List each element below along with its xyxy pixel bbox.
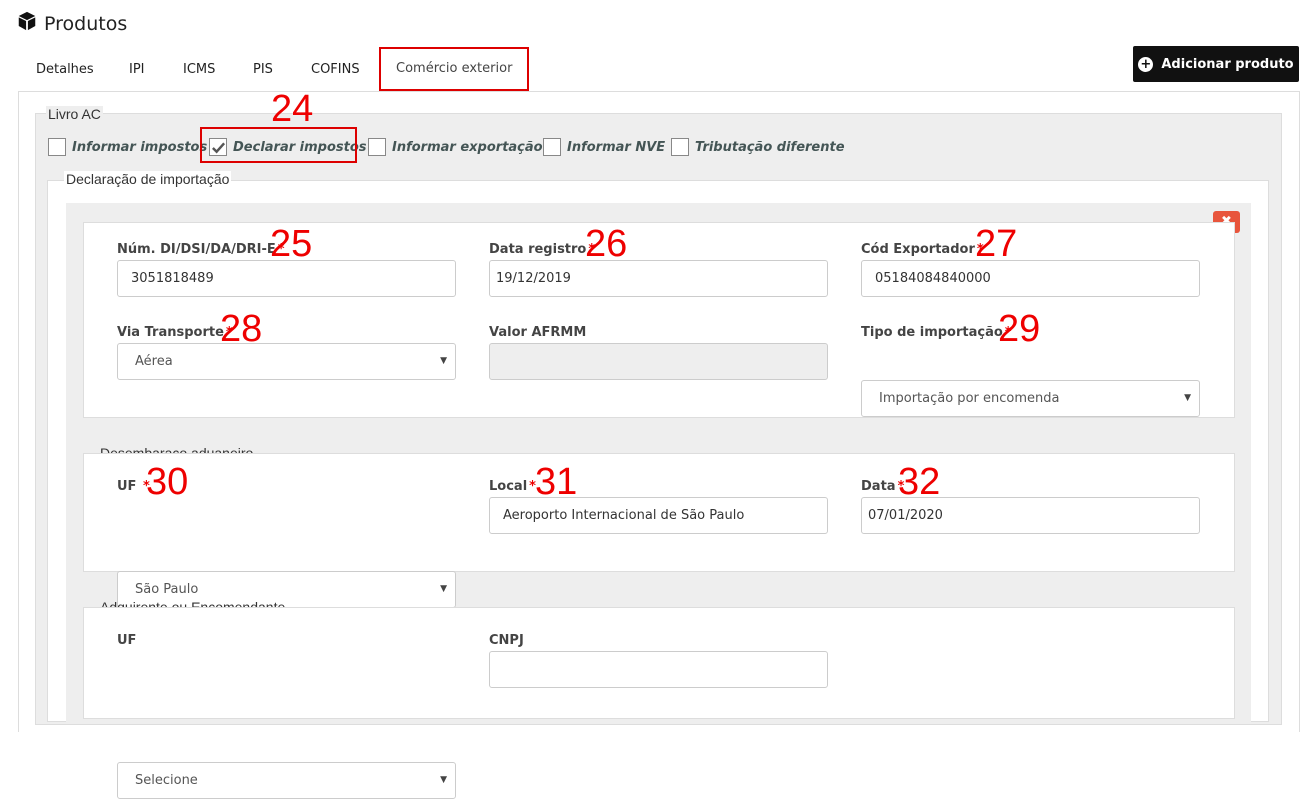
via-transporte-label: Via Transporte * — [117, 325, 233, 340]
declaracao-legend: Declaração de importação — [64, 171, 232, 187]
cnpj-label: CNPJ — [489, 633, 524, 648]
valor-afrmm-label: Valor AFRMM — [489, 325, 587, 340]
select-value: Aérea — [135, 354, 173, 369]
annotation-number: 25 — [270, 223, 313, 265]
label-text: Tipo de importação — [861, 325, 1003, 340]
checkbox-label: Informar impostos — [72, 139, 208, 155]
label-text: UF — [117, 479, 137, 494]
checkbox-informar-nve[interactable]: Informar NVE — [543, 138, 665, 156]
data-registro-input[interactable]: 19/12/2019 — [489, 260, 828, 297]
cod-exportador-input[interactable]: 05184084840000 — [861, 260, 1200, 297]
checkbox-box[interactable] — [543, 138, 561, 156]
tab-ipi[interactable]: IPI — [129, 56, 145, 84]
num-di-label: Núm. DI/DSI/DA/DRI-E * — [117, 242, 285, 257]
cod-exportador-label: Cód Exportador * — [861, 242, 984, 257]
checkbox-tributacao-diferente[interactable]: Tributação diferente — [671, 138, 845, 156]
add-product-button[interactable]: + Adicionar produto — [1133, 46, 1299, 82]
checkbox-box[interactable] — [671, 138, 689, 156]
checkbox-label: Tributação diferente — [695, 139, 845, 155]
label-text: Data — [861, 479, 896, 494]
caret-down-icon: ▼ — [440, 775, 447, 785]
local-input[interactable]: Aeroporto Internacional de São Paulo — [489, 497, 828, 534]
label-text: Núm. DI/DSI/DA/DRI-E — [117, 242, 276, 257]
select-value: Selecione — [135, 773, 198, 788]
local-label: Local * — [489, 479, 536, 494]
highlight-frame — [200, 127, 357, 163]
tab-comercio-exterior[interactable]: Comércio exterior — [379, 47, 530, 91]
annotation-number: 24 — [271, 88, 314, 130]
checkbox-box[interactable] — [368, 138, 386, 156]
annotation-number: 31 — [535, 461, 578, 503]
caret-down-icon: ▼ — [1184, 393, 1191, 403]
via-transporte-select[interactable]: Aérea ▼ — [117, 343, 456, 380]
caret-down-icon: ▼ — [440, 356, 447, 366]
checkbox-label: Informar NVE — [567, 139, 666, 155]
adquirente-uf-label: UF — [117, 633, 137, 648]
page-title-text: Produtos — [44, 12, 128, 35]
cube-icon — [16, 10, 38, 37]
tipo-importacao-label: Tipo de importação * — [861, 325, 1012, 340]
checkbox-informar-exportacao[interactable]: Informar exportação — [368, 138, 543, 156]
label-text: Local — [489, 479, 528, 494]
tab-detalhes[interactable]: Detalhes — [36, 56, 94, 84]
annotation-number: 29 — [998, 308, 1041, 350]
data-desembaraco-input[interactable]: 07/01/2020 — [861, 497, 1200, 534]
select-value: Importação por encomenda — [879, 391, 1060, 406]
label-text: Cód Exportador — [861, 242, 975, 257]
annotation-number: 32 — [898, 461, 941, 503]
data-registro-label: Data registro * — [489, 242, 595, 257]
cnpj-input[interactable] — [489, 651, 828, 688]
annotation-number: 26 — [585, 223, 628, 265]
checkbox-label: Informar exportação — [392, 139, 543, 155]
tab-icms[interactable]: ICMS — [183, 56, 215, 84]
livro-ac-legend: Livro AC — [46, 106, 103, 122]
num-di-input[interactable]: 3051818489 — [117, 260, 456, 297]
plus-circle-icon: + — [1138, 56, 1154, 72]
label-text: Data registro — [489, 242, 587, 257]
label-text: Via Transporte — [117, 325, 224, 340]
tab-pis[interactable]: PIS — [253, 56, 273, 84]
annotation-number: 30 — [146, 461, 189, 503]
uf-label: UF * — [117, 479, 150, 494]
add-product-label: Adicionar produto — [1161, 56, 1294, 72]
page-title: Produtos — [16, 10, 127, 37]
checkbox-box[interactable] — [48, 138, 66, 156]
tipo-importacao-select[interactable]: Importação por encomenda ▼ — [861, 380, 1200, 417]
tab-cofins[interactable]: COFINS — [311, 56, 360, 84]
select-value: São Paulo — [135, 582, 199, 597]
valor-afrmm-input[interactable] — [489, 343, 828, 380]
annotation-number: 27 — [975, 223, 1018, 265]
adquirente-uf-select[interactable]: Selecione ▼ — [117, 762, 456, 799]
checkbox-informar-impostos[interactable]: Informar impostos — [48, 138, 207, 156]
caret-down-icon: ▼ — [440, 584, 447, 594]
